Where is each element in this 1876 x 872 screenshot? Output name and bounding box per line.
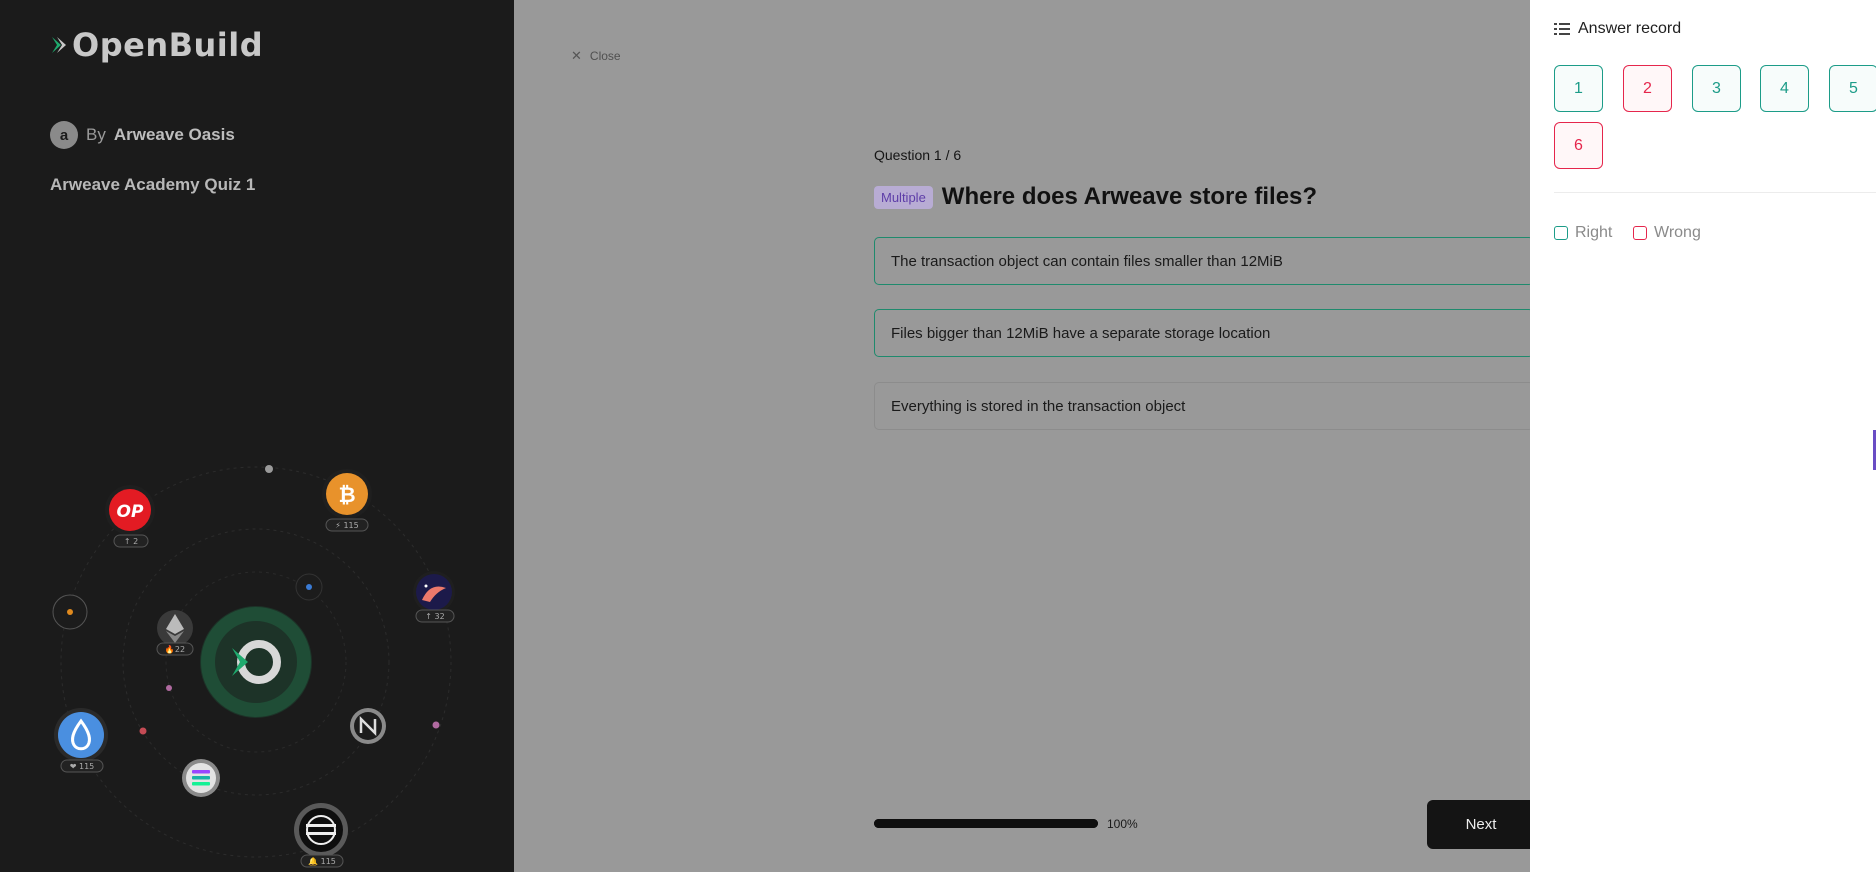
svg-text:⚡ 115: ⚡ 115 — [335, 521, 358, 530]
ethereum-icon — [157, 610, 193, 646]
quiz-title: Arweave Academy Quiz 1 — [50, 175, 256, 194]
answer-record-item[interactable]: 3 — [1692, 65, 1741, 112]
legend-right-label: Right — [1575, 224, 1613, 241]
bitcoin-icon: ₿ — [322, 469, 372, 519]
legend-wrong: Wrong — [1633, 224, 1701, 242]
svg-text:OP: OP — [117, 502, 144, 522]
answer-record-drawer: Answer record 12345 6 Right Wrong — [1530, 0, 1876, 872]
starknet-badge: ↑ 32 — [415, 609, 455, 623]
logo-chevron-icon — [52, 37, 66, 53]
solana-icon — [182, 759, 220, 797]
dot-red — [139, 727, 147, 735]
question-counter: Question 1 / 6 — [874, 147, 962, 163]
progress-label: 100% — [1107, 817, 1138, 831]
sui-icon — [54, 708, 108, 762]
sui-badge: ❤ 115 — [60, 759, 104, 773]
dot-orange — [67, 609, 73, 615]
close-label: Close — [589, 49, 621, 63]
ethereum-badge: 🔥22 — [156, 642, 194, 656]
near-icon — [350, 708, 386, 744]
next-button[interactable]: Next — [1427, 800, 1535, 849]
answer-record-header: Answer record — [1554, 20, 1681, 38]
author-avatar[interactable]: a — [50, 121, 78, 149]
svg-text:₿: ₿ — [338, 483, 355, 507]
right-legend-swatch — [1554, 226, 1568, 240]
optimism-icon: OP — [105, 485, 155, 535]
author-name[interactable]: Arweave Oasis — [114, 125, 235, 145]
bottom-coin-icon — [294, 803, 348, 857]
bottom-coin-badge: 🔔 115 — [300, 854, 344, 868]
close-icon: ✕ — [571, 48, 582, 63]
dot-pink-1 — [166, 685, 172, 691]
answer-option-text: The transaction object can contain files… — [891, 252, 1283, 270]
close-button[interactable]: ✕ Close — [571, 48, 621, 64]
answer-option-1[interactable]: The transaction object can contain files… — [874, 237, 1534, 285]
answer-record-item[interactable]: 2 — [1623, 65, 1672, 112]
svg-text:↑ 32: ↑ 32 — [425, 612, 444, 621]
divider — [1554, 192, 1876, 193]
list-icon — [1554, 22, 1570, 36]
progress-bar — [874, 819, 1098, 828]
question-type-badge: Multiple — [874, 185, 933, 209]
orbit-illustration: OP ↑ 2 ₿ ⚡ 115 🔥22 ↑ 32 ❤ 115 🔔 115 — [52, 465, 455, 868]
svg-text:🔔 115: 🔔 115 — [308, 857, 336, 866]
svg-text:↑ 2: ↑ 2 — [124, 537, 138, 546]
wrong-legend-swatch — [1633, 226, 1647, 240]
answer-option-text: Everything is stored in the transaction … — [891, 397, 1186, 415]
author-row: a By Arweave Oasis — [50, 121, 235, 149]
progress-fill — [874, 819, 1098, 828]
answer-record-item[interactable]: 5 — [1829, 65, 1876, 112]
question-header: Multiple Where does Arweave store files? — [874, 183, 1317, 211]
question-text: Where does Arweave store files? — [941, 183, 1318, 210]
answer-record-item[interactable]: 6 — [1554, 122, 1603, 169]
dot-pink-2 — [432, 721, 440, 729]
answer-option-2[interactable]: Files bigger than 12MiB have a separate … — [874, 309, 1534, 357]
legend-wrong-label: Wrong — [1654, 224, 1701, 241]
svg-text:🔥22: 🔥22 — [165, 644, 185, 654]
dot-blue — [306, 584, 312, 590]
bitcoin-badge: ⚡ 115 — [325, 518, 369, 532]
optimism-badge: ↑ 2 — [113, 534, 149, 548]
starknet-icon — [413, 571, 455, 613]
dot-top — [265, 465, 273, 473]
answer-option-3[interactable]: Everything is stored in the transaction … — [874, 382, 1534, 430]
by-prefix: By — [86, 125, 106, 144]
answer-record-item[interactable]: 1 — [1554, 65, 1603, 112]
svg-text:❤ 115: ❤ 115 — [70, 762, 95, 771]
left-panel: OpenBuild a By Arweave Oasis Arweave Aca… — [0, 0, 514, 872]
logo-text: OpenBuild — [72, 26, 264, 64]
openbuild-logo[interactable]: OpenBuild — [50, 26, 263, 64]
legend-right: Right — [1554, 224, 1612, 242]
center-glow — [200, 606, 312, 718]
answer-option-text: Files bigger than 12MiB have a separate … — [891, 324, 1271, 342]
answer-record-item[interactable]: 4 — [1760, 65, 1809, 112]
answer-record-title: Answer record — [1578, 20, 1682, 37]
